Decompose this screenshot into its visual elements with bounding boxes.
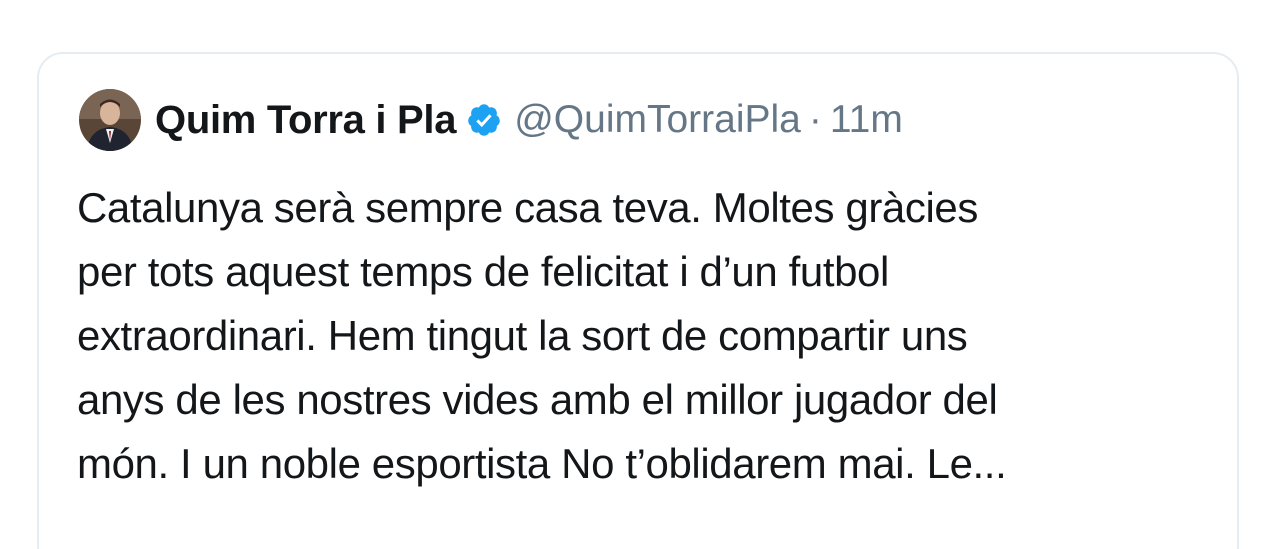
page: Quim Torra i Pla @QuimTorraiPla · 11m Ca… xyxy=(0,0,1271,549)
display-name[interactable]: Quim Torra i Pla xyxy=(155,98,457,143)
tweet-text-line: món. I un noble esportista No t’oblidare… xyxy=(77,440,1007,487)
tweet-text-line: per tots aquest temps de felicitat i d’u… xyxy=(77,248,889,295)
tweet-card[interactable]: Quim Torra i Pla @QuimTorraiPla · 11m Ca… xyxy=(37,52,1239,549)
tweet-text-line: extraordinari. Hem tingut la sort de com… xyxy=(77,312,968,359)
tweet-text: Catalunya serà sempre casa teva. Moltes … xyxy=(77,176,1202,496)
avatar[interactable] xyxy=(79,89,141,151)
tweet-timestamp[interactable]: 11m xyxy=(830,98,903,142)
avatar-photo-icon xyxy=(79,89,141,151)
user-handle[interactable]: @QuimTorraiPla xyxy=(514,98,801,142)
verified-badge-icon xyxy=(468,104,500,136)
tweet-text-line: anys de les nostres vides amb el millor … xyxy=(77,376,998,423)
separator-dot: · xyxy=(808,98,822,141)
tweet-header: Quim Torra i Pla @QuimTorraiPla · 11m xyxy=(79,88,903,152)
tweet-text-line: Catalunya serà sempre casa teva. Moltes … xyxy=(77,184,978,231)
